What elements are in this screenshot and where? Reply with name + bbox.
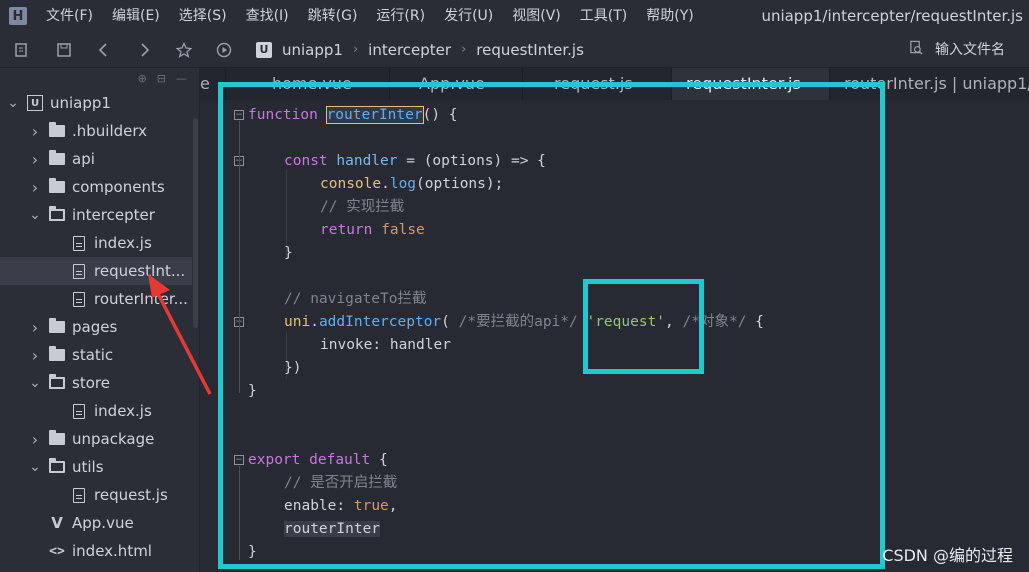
menu-tools[interactable]: 工具(T) [569,0,627,32]
vue-file-icon: V [51,514,63,532]
search-file-placeholder: 输入文件名 [935,42,1005,58]
project-icon: U [26,95,44,111]
folder-icon [48,122,66,139]
search-file-icon [908,32,923,68]
js-file-icon [70,235,88,251]
tree-item-label: uniapp1 [50,94,111,112]
tree-item-label: unpackage [72,430,155,448]
tree-item[interactable]: request.js [0,481,193,509]
breadcrumb-file[interactable]: requestInter.js [476,41,584,59]
tree-item-label: index.js [94,234,152,252]
forward-icon[interactable] [124,32,164,68]
tree-item-label: .hbuilderx [72,122,148,140]
tree-item-label: api [72,150,95,168]
chevron-down-icon[interactable]: ⌄ [28,207,42,223]
tree-item[interactable]: ⌄ intercepter [0,201,193,229]
tree-item[interactable]: V App.vue [0,509,193,537]
folder-icon [48,150,66,167]
annotation-arrow-icon [148,274,212,395]
toolbar: U uniapp1 › intercepter › requestInter.j… [0,32,1029,68]
minimize-icon[interactable]: — [176,72,187,85]
folder-open-icon [48,374,66,391]
menu-publish[interactable]: 发行(U) [433,0,493,32]
file-search[interactable]: 输入文件名 [908,32,1005,68]
tree-item-label: index.html [72,542,152,560]
html-file-icon: <> [49,543,65,559]
chevron-right-icon[interactable]: › [28,346,42,365]
folder-icon [48,346,66,363]
star-icon[interactable] [164,32,204,68]
tree-item[interactable]: ⌄ utils [0,453,193,481]
menu-bar: H 文件(F) 编辑(E) 选择(S) 查找(I) 跳转(G) 运行(R) 发行… [0,0,1029,32]
tree-item-label: pages [72,318,118,336]
tree-item-label: intercepter [72,206,155,224]
menu-goto[interactable]: 跳转(G) [297,0,358,32]
tree-item-label: store [72,374,110,392]
js-file-icon [70,291,88,307]
menu-select[interactable]: 选择(S) [168,0,227,32]
chevron-right-icon[interactable]: › [28,318,42,337]
new-file-icon[interactable] [0,32,44,68]
menu-items: 文件(F) 编辑(E) 选择(S) 查找(I) 跳转(G) 运行(R) 发行(U… [36,0,702,32]
annotation-highlight-box [218,82,885,569]
chevron-right-icon[interactable]: › [28,122,42,141]
tree-item-label: static [72,346,114,364]
tree-item-label: components [72,178,165,196]
tree-item-label: utils [72,458,104,476]
menu-run[interactable]: 运行(R) [365,0,425,32]
tree-item[interactable]: ⌄ Uuniapp1 [0,89,193,117]
tree-item[interactable]: index.js [0,397,193,425]
folder-open-icon [48,206,66,223]
tree-item-label: App.vue [72,514,134,532]
menu-help[interactable]: 帮助(Y) [635,0,693,32]
locate-icon[interactable]: ⊕ [138,72,147,85]
tree-item[interactable]: › api [0,145,193,173]
folder-icon [48,178,66,195]
chevron-right-icon[interactable]: › [28,430,42,449]
breadcrumb: U uniapp1 › intercepter › requestInter.j… [256,41,584,59]
chevron-right-icon[interactable]: › [28,178,42,197]
window-title: uniapp1/intercepter/requestInter.js [761,7,1023,25]
hbuilderx-logo-icon[interactable]: H [0,0,36,32]
tree-item[interactable]: index.js [0,229,193,257]
tree-item-label: index.js [94,402,152,420]
chevron-down-icon[interactable]: ⌄ [28,459,42,475]
js-file-icon [70,403,88,419]
chevron-right-icon: › [461,42,467,57]
breadcrumb-project[interactable]: uniapp1 [282,41,343,59]
tree-item-label: request.js [94,486,168,504]
folder-open-icon [48,458,66,475]
menu-edit[interactable]: 编辑(E) [101,0,160,32]
tree-item[interactable]: › unpackage [0,425,193,453]
menu-file[interactable]: 文件(F) [36,0,93,32]
save-icon[interactable] [44,32,84,68]
folder-icon [48,430,66,447]
js-file-icon [70,263,88,279]
menu-find[interactable]: 查找(I) [235,0,289,32]
project-logo-icon: U [256,41,272,58]
tree-item[interactable]: › components [0,173,193,201]
chevron-down-icon[interactable]: ⌄ [6,95,20,111]
explorer-header: ⊕ ⊟ — [0,68,199,88]
annotation-request-box [583,279,704,374]
js-file-icon [70,487,88,503]
tree-item[interactable]: › .hbuilderx [0,117,193,145]
run-icon[interactable] [204,32,244,68]
breadcrumb-folder[interactable]: intercepter [368,41,451,59]
folder-icon [48,318,66,335]
chevron-right-icon: › [352,42,359,57]
chevron-down-icon[interactable]: ⌄ [28,375,42,391]
tree-item[interactable]: <> index.html [0,537,193,565]
back-icon[interactable] [84,32,124,68]
chevron-right-icon[interactable]: › [28,150,42,169]
collapse-all-icon[interactable]: ⊟ [157,72,166,85]
watermark: CSDN @编的过程 [882,546,1013,565]
menu-view[interactable]: 视图(V) [501,0,561,32]
